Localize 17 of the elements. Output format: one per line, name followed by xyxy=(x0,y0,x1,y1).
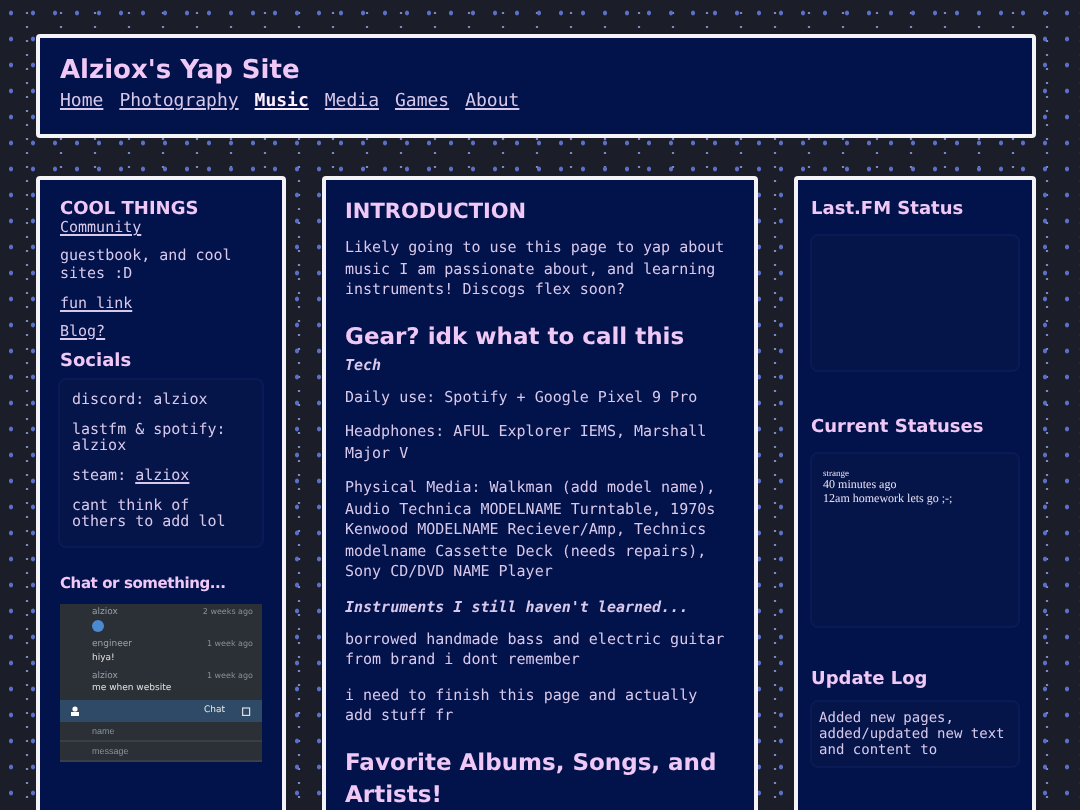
section-heading: Gear? idk what to call this xyxy=(345,319,687,352)
section-heading: Last.FM Status xyxy=(811,200,966,220)
section-heading: Update Log xyxy=(811,670,930,690)
section-heading: COOL THINGS xyxy=(60,200,201,220)
nav-link[interactable]: Media xyxy=(324,92,379,112)
user-icon xyxy=(70,705,80,716)
nav-link[interactable]: About xyxy=(465,92,520,112)
nav-link[interactable]: Photography xyxy=(119,92,239,112)
section-heading: Favorite Albums, Songs, and Artists! xyxy=(345,745,719,810)
avatar-icon xyxy=(92,620,104,633)
site-title: Alziox's Yap Site xyxy=(60,56,302,86)
section-heading: INTRODUCTION xyxy=(345,200,529,224)
section-heading: Socials xyxy=(60,352,134,372)
nav-link[interactable]: Games xyxy=(394,92,450,112)
section-heading: Current Statuses xyxy=(811,418,986,438)
nav-link[interactable]: Music xyxy=(254,92,309,112)
nav-link[interactable]: Home xyxy=(60,92,104,112)
